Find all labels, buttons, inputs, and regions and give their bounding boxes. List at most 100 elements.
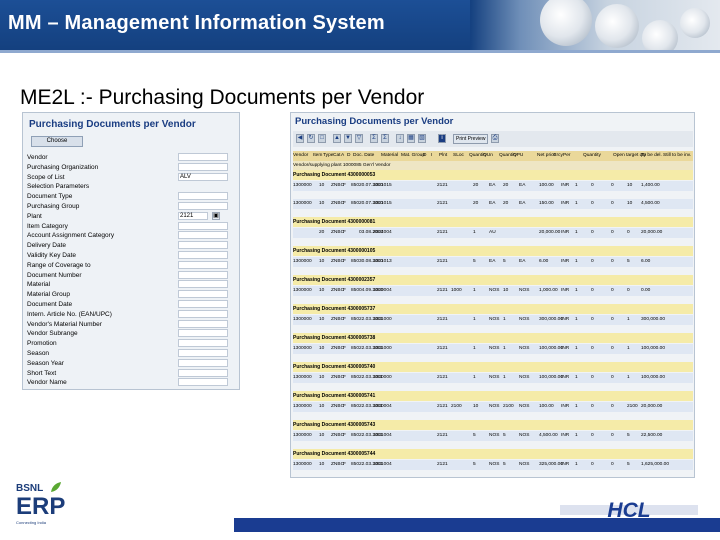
selection-field-input[interactable]: [178, 329, 228, 338]
selection-field-input[interactable]: [178, 221, 228, 230]
purchasing-document-group-row[interactable]: Purchasing Document 4300005743: [293, 420, 693, 430]
table-cell: 5: [473, 433, 476, 438]
selection-field-input[interactable]: [178, 260, 228, 269]
column-header[interactable]: To be del.: [641, 151, 662, 161]
selection-field-input[interactable]: [178, 241, 228, 250]
sort-asc-icon[interactable]: ▲: [333, 134, 341, 143]
table-cell: INR: [561, 433, 570, 438]
table-row[interactable]: 20 ZNBC F 03.08.2010 2004004 2121 1 AU 20,000.00…: [293, 228, 693, 238]
column-header[interactable]: A: [341, 151, 344, 161]
table-row[interactable]: 1300000 10 ZNBC F 850 22.03.2011 1001000 2121 1 N…: [293, 315, 693, 325]
selection-field-row: Document Date: [26, 300, 238, 309]
print-preview-button[interactable]: Print Preview: [453, 134, 489, 144]
table-cell: EA: [519, 201, 526, 206]
sort-desc-icon[interactable]: ▼: [344, 134, 352, 143]
column-header[interactable]: D: [347, 151, 350, 161]
column-header[interactable]: Mat. Group: [401, 151, 425, 161]
column-header[interactable]: Doc. Date: [353, 151, 374, 161]
selection-field-input[interactable]: [178, 270, 228, 279]
table-cell: 1300000: [293, 404, 312, 409]
selection-field-input[interactable]: [178, 192, 228, 201]
layout-select-icon[interactable]: ▧: [418, 134, 426, 143]
column-header[interactable]: Crcy: [553, 151, 563, 161]
subtotal-icon[interactable]: Σ: [381, 134, 389, 143]
column-header[interactable]: Still to be inv.: [663, 151, 691, 161]
column-header[interactable]: OUn: [483, 151, 493, 161]
purchasing-document-group-row[interactable]: Purchasing Document 4300005740: [293, 362, 693, 372]
purchasing-document-group-row[interactable]: Purchasing Document 4300000053: [293, 170, 693, 180]
selection-field-label: Intern. Article No. (EAN/UPC): [27, 310, 112, 318]
table-cell: NOS: [519, 375, 530, 380]
column-header[interactable]: Material: [381, 151, 398, 161]
export-icon[interactable]: ↓: [396, 134, 404, 143]
column-header[interactable]: D: [423, 151, 426, 161]
selection-field-input[interactable]: [178, 202, 228, 210]
selection-field-row: Material Group: [26, 290, 238, 299]
table-cell: 100,000.00: [641, 375, 666, 380]
selection-field-input[interactable]: [178, 162, 228, 171]
selection-field-input[interactable]: [178, 319, 228, 328]
multiple-selection-icon[interactable]: ▣: [212, 211, 220, 220]
selection-field-label: Material: [27, 281, 51, 289]
column-header[interactable]: Quantity: [583, 151, 601, 161]
table-row[interactable]: 1300000 10 ZNBC F 850 22.03.2011 1001004 2121 5 N…: [293, 431, 693, 441]
selection-field-input[interactable]: [178, 153, 228, 161]
table-row[interactable]: 1300000 10 ZNBC F 850 22.03.2011 1001004 2121 5 N…: [293, 460, 693, 470]
refresh-icon[interactable]: ↻: [307, 134, 315, 143]
table-row[interactable]: 1300000 10 ZNBC F 850 22.03.2011 1000000 2121 1 N…: [293, 373, 693, 383]
table-row[interactable]: 1300000 10 ZNBC F 850 30.08.2010 1001013 2121 5 E…: [293, 257, 693, 267]
print-icon[interactable]: ⎙: [491, 134, 499, 143]
table-cell: 1: [503, 375, 506, 380]
sum-icon[interactable]: Σ: [370, 134, 378, 143]
table-cell: 1: [473, 375, 476, 380]
selection-field-input[interactable]: [178, 339, 228, 348]
selection-field-input[interactable]: [178, 368, 228, 377]
column-header[interactable]: SLoc: [453, 151, 464, 161]
column-header[interactable]: Plnt: [439, 151, 447, 161]
selection-field-label: Item Category: [27, 222, 68, 230]
table-row[interactable]: 1300000 10 ZNBC F 850 20.07.2010 1001015 2121 20…: [293, 181, 693, 191]
selection-field-input[interactable]: [178, 231, 228, 240]
purchasing-document-group-row[interactable]: Purchasing Document 4300005741: [293, 391, 693, 401]
layout-icon[interactable]: ▦: [407, 134, 415, 143]
selection-field-label: Purchasing Organization: [27, 163, 99, 171]
column-header[interactable]: Per: [563, 151, 570, 161]
selection-field-input[interactable]: [178, 251, 228, 259]
table-row[interactable]: 1300000 10 ZNBC F 850 20.07.2010 1001015 2121 20…: [293, 199, 693, 209]
selection-field-input[interactable]: 2121: [178, 211, 208, 220]
selection-field-input[interactable]: [178, 290, 228, 299]
table-cell: 20,000.00: [641, 404, 663, 409]
selection-field-input[interactable]: [178, 300, 228, 308]
column-header[interactable]: Vendor: [293, 151, 308, 161]
selection-field-input[interactable]: [178, 349, 228, 357]
purchasing-document-group-row[interactable]: Purchasing Document 4300005744: [293, 449, 693, 459]
purchasing-document-group-row[interactable]: Purchasing Document 4300005738: [293, 333, 693, 343]
purchasing-document-group-row[interactable]: Purchasing Document 4300005737: [293, 304, 693, 314]
selection-field-input[interactable]: ALV: [178, 172, 228, 181]
table-row[interactable]: 1300000 10 ZNBC F 850 04.09.2010 1000004 2121 10…: [293, 286, 693, 296]
choose-button[interactable]: Choose: [31, 136, 83, 147]
selection-field-row: Item Category: [26, 221, 238, 231]
selection-field-label: Season Year: [27, 359, 64, 367]
table-cell: 0: [591, 433, 594, 438]
filter-icon[interactable]: ▽: [355, 134, 363, 143]
column-header[interactable]: OPU: [513, 151, 523, 161]
table-row[interactable]: 1300000 10 ZNBC F 850 22.03.2011 1001000 2121 1 N…: [293, 344, 693, 354]
column-header[interactable]: I: [431, 151, 432, 161]
selection-field-input[interactable]: [178, 309, 228, 318]
table-row[interactable]: 1300000 10 ZNBC F 850 22.03.2011 1000004 2121 21…: [293, 402, 693, 412]
purchasing-document-group-row[interactable]: Purchasing Document 4300002357: [293, 275, 693, 285]
detail-icon[interactable]: □: [318, 134, 326, 143]
selection-field-input[interactable]: [178, 378, 228, 387]
selection-field-input[interactable]: [178, 358, 228, 367]
purchasing-document-group-row[interactable]: Purchasing Document 4300000105: [293, 246, 693, 256]
info-icon[interactable]: i: [438, 134, 446, 143]
table-cell: 5: [627, 259, 630, 264]
purchasing-document-group-row[interactable]: Purchasing Document 4300000081: [293, 217, 693, 227]
table-cell: F: [343, 230, 346, 235]
selection-field-input[interactable]: [178, 280, 228, 289]
column-header[interactable]: Type: [323, 151, 333, 161]
column-header[interactable]: Cat: [333, 151, 340, 161]
back-icon[interactable]: ◀: [296, 134, 304, 143]
column-header[interactable]: Item: [313, 151, 322, 161]
